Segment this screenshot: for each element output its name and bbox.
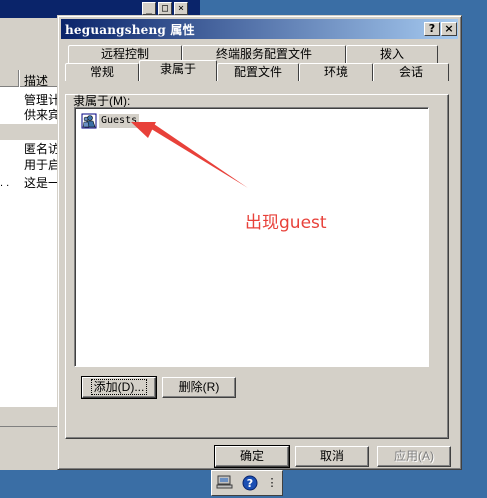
annotation-text: 出现guest	[245, 213, 327, 233]
annotation-arrow	[131, 122, 248, 188]
